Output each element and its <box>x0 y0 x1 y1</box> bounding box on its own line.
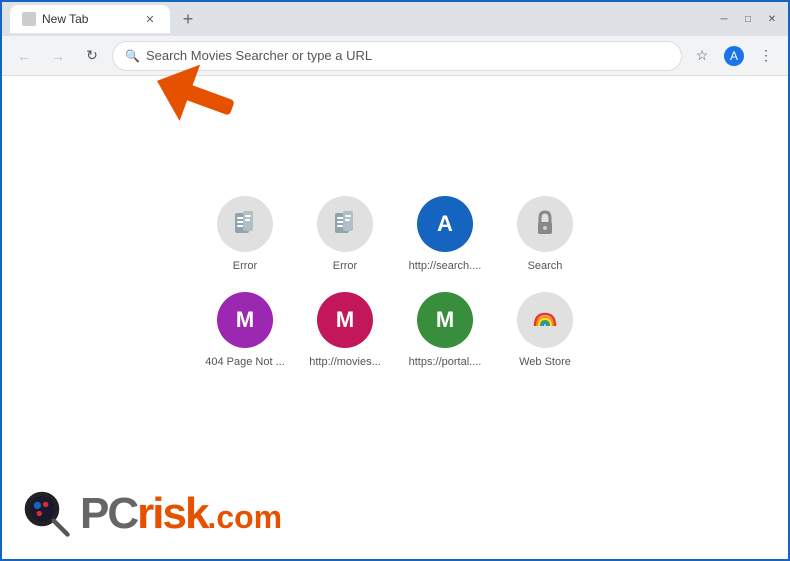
profile-button[interactable]: A <box>720 42 748 70</box>
pcrisk-dotcom-text: .com <box>207 499 282 535</box>
shortcut-search[interactable]: Search <box>500 196 590 272</box>
tab-close-button[interactable]: ✕ <box>142 11 158 27</box>
shortcut-label-portal: https://portal.... <box>409 356 482 368</box>
shortcut-icon-search <box>517 196 573 252</box>
toolbar: ← → ↻ 🔍 Search Movies Searcher or type a… <box>2 36 788 76</box>
tab-title: New Tab <box>42 12 88 26</box>
shortcut-icon-error1 <box>217 196 273 252</box>
shortcut-https-portal[interactable]: M https://portal.... <box>400 292 490 368</box>
shortcut-icon-http-search: A <box>417 196 473 252</box>
close-window-button[interactable]: ✕ <box>764 11 780 27</box>
back-button[interactable]: ← <box>10 42 38 70</box>
shortcut-404-page[interactable]: M 404 Page Not ... <box>200 292 290 368</box>
pcrisk-logo: PCrisk.com <box>22 489 282 539</box>
shortcut-label-404: 404 Page Not ... <box>205 356 285 368</box>
title-bar: New Tab ✕ + ─ □ ✕ <box>2 2 788 36</box>
shortcut-http-search[interactable]: A http://search.... <box>400 196 490 272</box>
shortcut-icon-portal: M <box>417 292 473 348</box>
shortcut-label-http-search: http://search.... <box>409 260 482 272</box>
shortcut-label-error1: Error <box>233 260 257 272</box>
active-tab[interactable]: New Tab ✕ <box>10 5 170 33</box>
new-tab-content: Error Error <box>2 76 788 559</box>
pcrisk-text: PCrisk.com <box>80 489 282 539</box>
shortcut-icon-webstore <box>517 292 573 348</box>
shortcuts-grid: Error Error <box>200 196 590 368</box>
shortcut-label-search: Search <box>528 260 563 272</box>
maximize-button[interactable]: □ <box>740 11 756 27</box>
shortcut-error2[interactable]: Error <box>300 196 390 272</box>
minimize-button[interactable]: ─ <box>716 11 732 27</box>
browser-window: New Tab ✕ + ─ □ ✕ ← → ↻ 🔍 Search Movies … <box>0 0 790 561</box>
shortcut-error1[interactable]: Error <box>200 196 290 272</box>
shortcut-icon-404: M <box>217 292 273 348</box>
pcrisk-risk-text: risk <box>137 489 207 538</box>
toolbar-right: ☆ A ⋮ <box>688 42 780 70</box>
search-icon: 🔍 <box>125 49 140 63</box>
shortcut-webstore[interactable]: Web Store <box>500 292 590 368</box>
window-controls: ─ □ ✕ <box>716 11 780 27</box>
shortcut-label-webstore: Web Store <box>519 356 571 368</box>
new-tab-button[interactable]: + <box>174 5 202 33</box>
forward-button[interactable]: → <box>44 42 72 70</box>
shortcut-icon-movies: M <box>317 292 373 348</box>
pcrisk-magnifier-icon <box>22 489 72 539</box>
tab-favicon <box>22 12 36 26</box>
pcrisk-pc-text: PC <box>80 489 137 538</box>
shortcut-label-error2: Error <box>333 260 357 272</box>
shortcut-icon-error2 <box>317 196 373 252</box>
shortcut-http-movies[interactable]: M http://movies... <box>300 292 390 368</box>
shortcut-label-movies: http://movies... <box>309 356 381 368</box>
svg-text:A: A <box>730 49 738 63</box>
bookmark-button[interactable]: ☆ <box>688 42 716 70</box>
menu-button[interactable]: ⋮ <box>752 42 780 70</box>
reload-button[interactable]: ↻ <box>78 42 106 70</box>
